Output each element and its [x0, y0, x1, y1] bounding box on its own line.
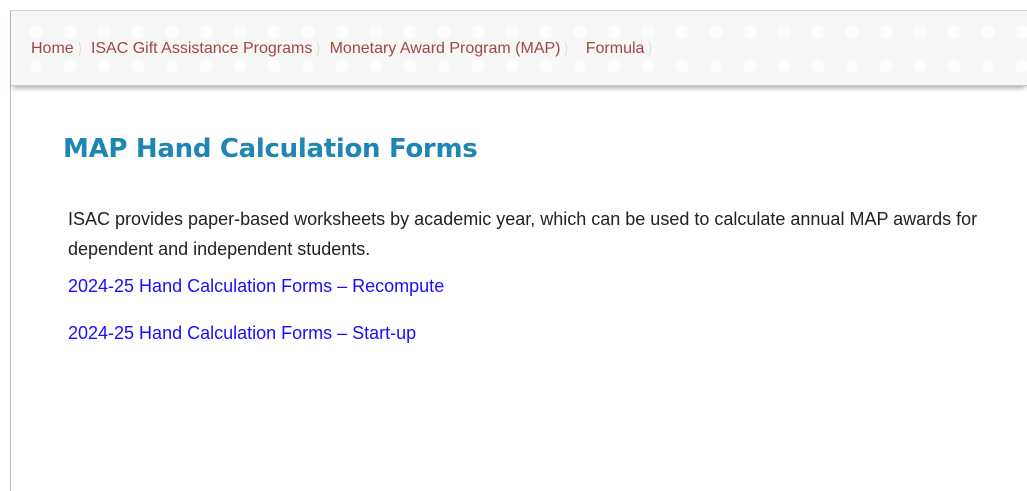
intro-paragraph: ISAC provides paper-based worksheets by …: [68, 209, 978, 259]
chevron-right-icon: ⟩: [648, 41, 653, 58]
chevron-right-icon: ⟩: [316, 41, 321, 58]
breadcrumb-isac-gift-assistance-programs[interactable]: ISAC Gift Assistance Programs: [91, 40, 312, 58]
page-title: MAP Hand Calculation Forms: [63, 134, 478, 164]
startup-forms-link[interactable]: 2024-25 Hand Calculation Forms – Start-u…: [68, 323, 1027, 344]
recompute-forms-link[interactable]: 2024-25 Hand Calculation Forms – Recompu…: [68, 276, 1027, 297]
page-frame: Home ⟩ ISAC Gift Assistance Programs ⟩ M…: [10, 10, 1027, 491]
breadcrumb-bar: Home ⟩ ISAC Gift Assistance Programs ⟩ M…: [11, 11, 1027, 86]
chevron-right-icon: ⟩: [564, 41, 569, 58]
breadcrumb-home[interactable]: Home: [31, 40, 74, 58]
forms-link-list: 2024-25 Hand Calculation Forms – Recompu…: [68, 276, 1027, 344]
chevron-right-icon: ⟩: [78, 41, 82, 58]
breadcrumb-monetary-award-program[interactable]: Monetary Award Program (MAP): [330, 40, 561, 58]
breadcrumb: Home ⟩ ISAC Gift Assistance Programs ⟩ M…: [31, 39, 662, 59]
main-content: MAP Hand Calculation Forms ISAC provides…: [63, 134, 1027, 344]
breadcrumb-formula[interactable]: Formula: [586, 40, 645, 58]
